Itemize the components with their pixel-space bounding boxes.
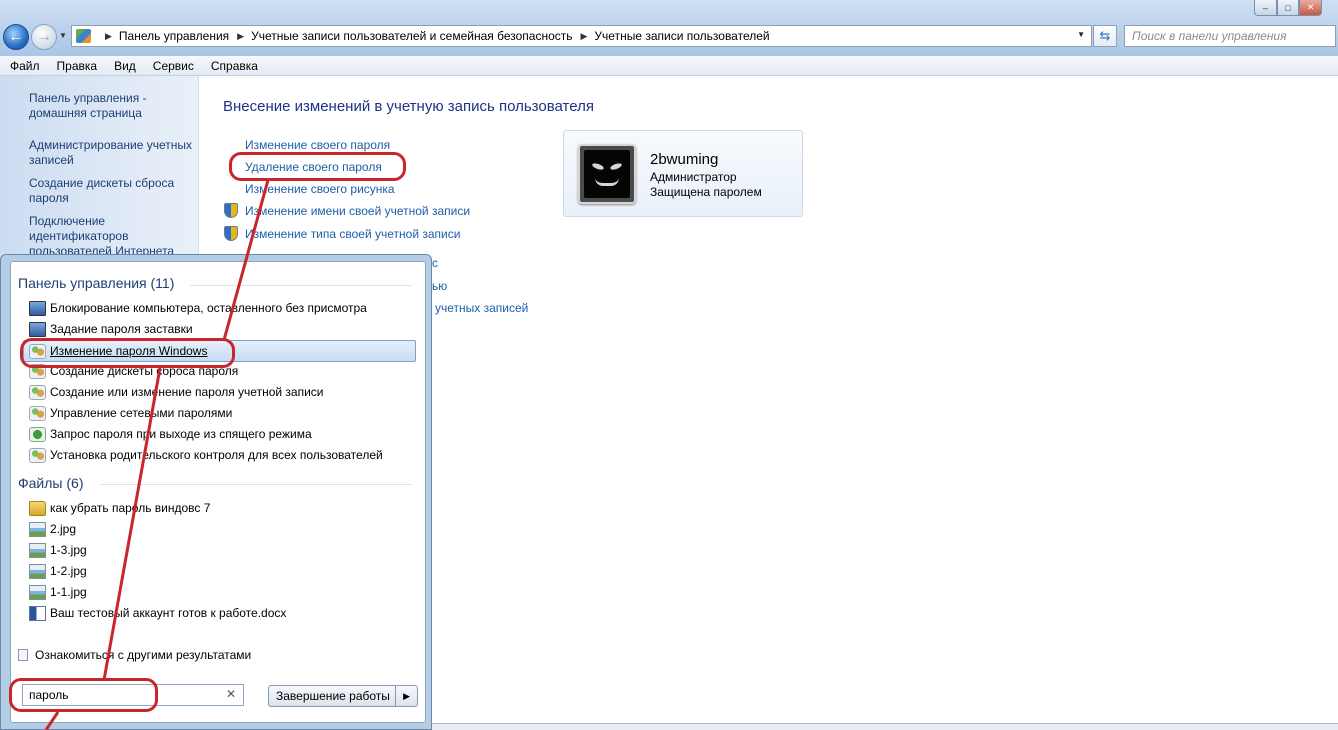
recent-pages-dropdown-icon[interactable]: ▼ <box>59 31 67 40</box>
result-label: 1-1.jpg <box>50 585 87 599</box>
breadcrumb-user-accounts[interactable]: Учетные записи пользователей <box>594 29 769 43</box>
control-panel-icon <box>76 29 91 43</box>
group-divider <box>190 285 412 286</box>
close-button[interactable]: ✕ <box>1299 0 1323 16</box>
user-account-card: 2bwuming Администратор Защищена паролем <box>563 130 803 217</box>
group-header-control-panel[interactable]: Панель управления (11) <box>18 275 174 291</box>
result-label: Создание или изменение пароля учетной за… <box>50 385 324 399</box>
group-divider <box>100 484 412 485</box>
result-label: Установка родительского контроля для все… <box>50 448 383 462</box>
file-result-folder[interactable]: как убрать пароль виндовс 7 <box>29 498 409 518</box>
task-change-picture[interactable]: Изменение своего рисунка <box>245 182 395 196</box>
result-label: Запрос пароля при выходе из спящего режи… <box>50 427 312 441</box>
window-titlebar: – □ ✕ ← → ▼ ▶ Панель управления ▶ Учетны… <box>0 0 1338 56</box>
file-result-image[interactable]: 2.jpg <box>29 519 409 539</box>
folder-icon <box>29 500 46 516</box>
parental-control-icon <box>29 447 46 463</box>
result-label: 1-2.jpg <box>50 564 87 578</box>
image-icon <box>29 563 46 579</box>
task-change-account-name[interactable]: Изменение имени своей учетной записи <box>245 204 470 218</box>
avatar-eye-right <box>609 162 623 171</box>
task-change-account-type[interactable]: Изменение типа своей учетной записи <box>245 227 460 241</box>
user-status: Защищена паролем <box>650 185 762 199</box>
menu-bar: Файл Правка Вид Сервис Справка <box>0 56 1338 76</box>
result-label: Управление сетевыми паролями <box>50 406 233 420</box>
back-button[interactable]: ← <box>3 24 29 50</box>
breadcrumb-control-panel[interactable]: Панель управления <box>119 29 229 43</box>
address-dropdown-icon[interactable]: ▼ <box>1077 30 1085 39</box>
image-icon <box>29 542 46 558</box>
result-network-passwords[interactable]: Управление сетевыми паролями <box>29 403 409 423</box>
word-doc-icon <box>29 605 46 621</box>
taskbar-edge <box>432 723 1338 730</box>
maximize-button[interactable]: □ <box>1276 0 1300 16</box>
shutdown-button[interactable]: Завершение работы ▶ <box>268 685 418 707</box>
uac-shield-icon <box>224 226 238 241</box>
users-icon <box>29 384 46 400</box>
avatar-grin <box>595 178 619 186</box>
highlight-ring-change-windows-password <box>20 338 235 368</box>
task-change-password[interactable]: Изменение своего пароля <box>245 138 390 152</box>
minimize-button[interactable]: – <box>1254 0 1277 16</box>
result-create-change-account-password[interactable]: Создание или изменение пароля учетной за… <box>29 382 409 402</box>
result-label: Задание пароля заставки <box>50 322 193 336</box>
see-more-results-link[interactable]: Ознакомиться с другими результатами <box>18 648 251 662</box>
monitor-icon <box>29 300 46 316</box>
power-options-icon <box>29 426 46 442</box>
avatar[interactable] <box>578 144 636 204</box>
task-partial-1[interactable]: с <box>432 256 438 270</box>
result-label: Блокирование компьютера, оставленного бе… <box>50 301 367 315</box>
breadcrumb-chevron-icon[interactable]: ▶ <box>237 31 244 42</box>
user-role: Администратор <box>650 170 737 184</box>
search-input[interactable]: Поиск в панели управления <box>1124 25 1336 47</box>
clear-search-icon[interactable]: ✕ <box>226 687 236 701</box>
avatar-eye-left <box>591 162 605 171</box>
file-result-image[interactable]: 1-1.jpg <box>29 582 409 602</box>
user-name: 2bwuming <box>650 151 719 168</box>
menu-help[interactable]: Справка <box>201 56 265 75</box>
shutdown-options-arrow-icon[interactable]: ▶ <box>395 686 417 706</box>
result-password-on-wakeup[interactable]: Запрос пароля при выходе из спящего режи… <box>29 424 409 444</box>
uac-shield-icon <box>224 203 238 218</box>
highlight-ring-search-box <box>9 678 158 712</box>
window-caption-buttons: – □ ✕ <box>1254 0 1323 16</box>
result-label: 2.jpg <box>50 522 77 536</box>
breadcrumb-chevron-icon[interactable]: ▶ <box>105 31 112 42</box>
group-header-files[interactable]: Файлы (6) <box>18 475 83 491</box>
file-result-image[interactable]: 1-3.jpg <box>29 540 409 560</box>
result-label: 1-3.jpg <box>50 543 87 557</box>
sidebar-link-online-ids[interactable]: Подключение идентификаторов пользователе… <box>29 214 199 259</box>
address-bar[interactable]: ▶ Панель управления ▶ Учетные записи пол… <box>71 25 1092 47</box>
more-results-icon <box>18 649 28 661</box>
users-icon <box>29 405 46 421</box>
more-results-label: Ознакомиться с другими результатами <box>35 648 252 662</box>
menu-tools[interactable]: Сервис <box>143 56 201 75</box>
highlight-ring-remove-password <box>229 152 406 181</box>
monitor-icon <box>29 321 46 337</box>
task-partial-3[interactable]: учетных записей <box>435 301 528 315</box>
menu-file[interactable]: Файл <box>0 56 47 75</box>
shutdown-label: Завершение работы <box>276 689 390 703</box>
sidebar-link-password-reset-disk[interactable]: Создание дискеты сброса пароля <box>29 176 199 206</box>
breadcrumb-user-accounts-family-safety[interactable]: Учетные записи пользователей и семейная … <box>251 29 572 43</box>
image-icon <box>29 584 46 600</box>
task-partial-2[interactable]: ью <box>432 279 447 293</box>
file-result-image[interactable]: 1-2.jpg <box>29 561 409 581</box>
dark-face-icon <box>584 150 630 198</box>
sidebar-link-control-panel-home[interactable]: Панель управления - домашняя страница <box>29 91 199 121</box>
result-label: как убрать пароль виндовс 7 <box>50 501 211 515</box>
file-result-document[interactable]: Ваш тестовый аккаунт готов к работе.docx <box>29 603 409 623</box>
refresh-button[interactable]: ⇆ <box>1093 25 1117 47</box>
menu-view[interactable]: Вид <box>104 56 143 75</box>
forward-button[interactable]: → <box>31 24 57 50</box>
page-title: Внесение изменений в учетную запись поль… <box>223 98 594 115</box>
breadcrumb-chevron-icon[interactable]: ▶ <box>581 31 588 42</box>
result-screensaver-password[interactable]: Задание пароля заставки <box>29 319 409 339</box>
result-label: Ваш тестовый аккаунт готов к работе.docx <box>50 606 287 620</box>
image-icon <box>29 521 46 537</box>
result-parental-controls[interactable]: Установка родительского контроля для все… <box>29 445 409 465</box>
sidebar-link-manage-accounts[interactable]: Администрирование учетных записей <box>29 138 199 168</box>
menu-edit[interactable]: Правка <box>47 56 105 75</box>
result-lock-computer[interactable]: Блокирование компьютера, оставленного бе… <box>29 298 409 318</box>
